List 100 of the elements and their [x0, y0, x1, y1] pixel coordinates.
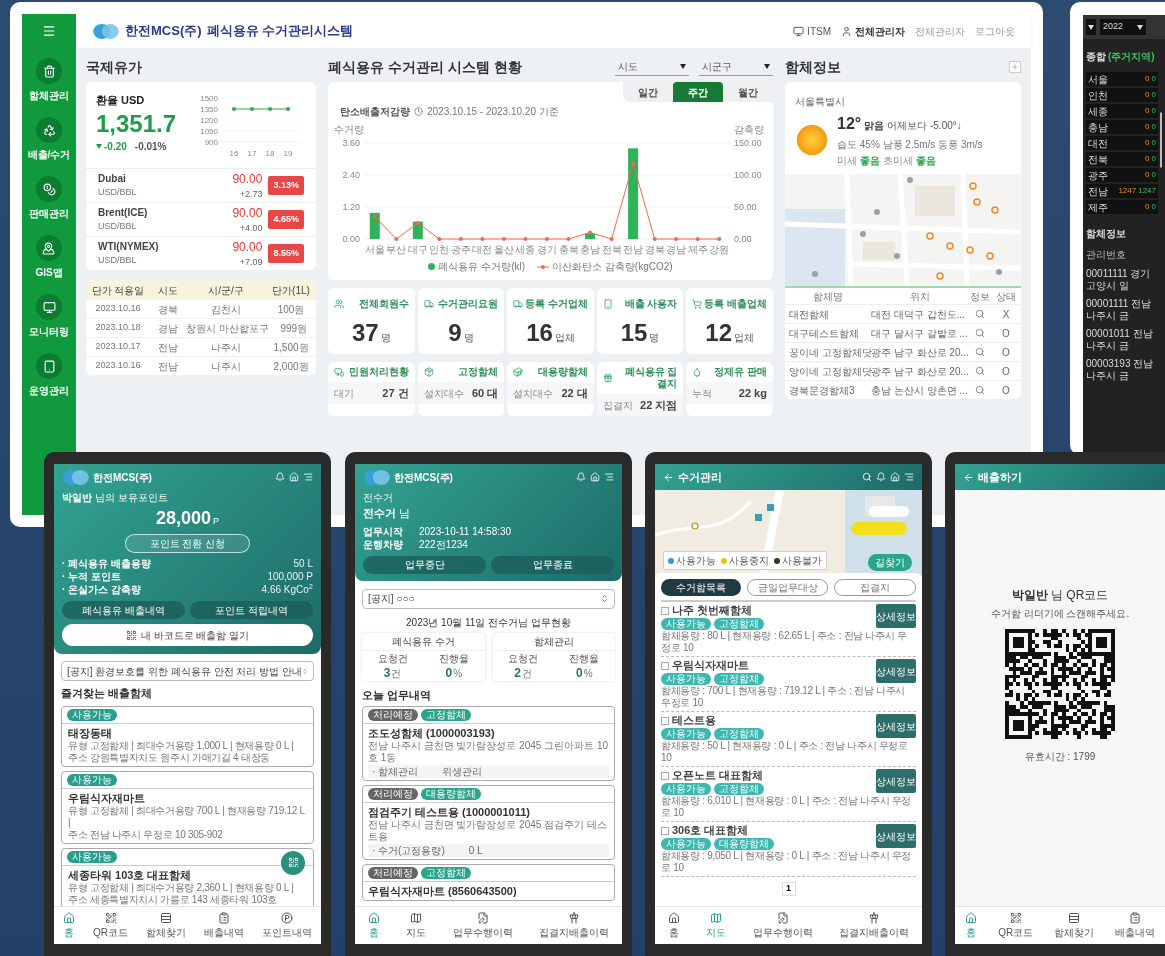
- period-tab[interactable]: 주간: [673, 82, 723, 102]
- favorite-box-card[interactable]: 사용가능 우림식자재마트 유형 고정함체 | 최대수거용량 700 L | 현재용량 719.12 L | 주소 전남 나주시 우정로 10 305-902: [61, 770, 314, 844]
- nav-tab[interactable]: 홈: [965, 911, 978, 940]
- points-icon: [281, 911, 293, 924]
- convert-button[interactable]: 포인트 전환 신청: [124, 534, 251, 553]
- sidebar-item-icon[interactable]: [36, 58, 62, 84]
- table-cell-text: 100원: [276, 302, 306, 317]
- nav-tab[interactable]: 집결지배출이력: [538, 911, 609, 940]
- menu-icon[interactable]: [604, 472, 614, 482]
- nav-tab[interactable]: 홈: [63, 911, 75, 940]
- sidebar-item[interactable]: 함체관리: [29, 88, 69, 103]
- table-cell-text: 충남 논산시 양촌면 ...: [871, 383, 969, 398]
- notice-select[interactable]: [공지] 환경보호를 위한 폐식용유 안전 처리 방법 안내: [61, 661, 314, 681]
- qr-scan-button[interactable]: [281, 850, 305, 875]
- column-header: 시도: [157, 283, 179, 298]
- sidebar-item-icon[interactable]: [36, 176, 62, 202]
- history-button[interactable]: 폐식용유 배출내역: [62, 601, 185, 619]
- nav-tab[interactable]: 홈: [668, 911, 681, 940]
- sidebar-item[interactable]: 모니터링: [29, 324, 69, 339]
- detail-button[interactable]: 상세정보: [876, 824, 916, 848]
- nav-tab[interactable]: 업무수행이력: [752, 911, 813, 940]
- checkbox[interactable]: [661, 826, 669, 835]
- nav-tab[interactable]: QR코드: [93, 911, 128, 940]
- bell-icon[interactable]: [576, 472, 586, 482]
- nav-tab[interactable]: 함체찾기: [146, 911, 186, 940]
- search-icon[interactable]: [975, 309, 985, 319]
- notice-select[interactable]: [공지] ○○○: [362, 588, 615, 609]
- task-card[interactable]: 처리예정 고정함체 조도성함체 (1000003193) 전남 나주시 금천면 빛가람장성로 2045 그린아파트 10호 1동 · 함체관리 위생관리: [362, 706, 615, 781]
- search-icon[interactable]: [975, 347, 985, 357]
- menu-icon[interactable]: [904, 472, 914, 482]
- nav-tab[interactable]: QR코드: [998, 911, 1034, 940]
- menu-icon[interactable]: [42, 24, 56, 38]
- stat-unit: 명: [649, 331, 660, 345]
- nav-tab[interactable]: 지도: [406, 911, 427, 940]
- checkbox[interactable]: [661, 716, 669, 725]
- axis-label: 경기: [537, 244, 557, 255]
- menu-icon[interactable]: [303, 472, 313, 482]
- nav-tab[interactable]: 지도: [706, 911, 727, 940]
- home-icon[interactable]: [890, 472, 900, 482]
- sidebar-item[interactable]: GIS맵: [35, 265, 63, 280]
- select-caret-icon[interactable]: [1086, 19, 1096, 35]
- back-icon[interactable]: [663, 471, 674, 483]
- work-button[interactable]: 업무종료: [491, 555, 614, 574]
- search-icon[interactable]: [975, 328, 985, 338]
- work-button[interactable]: 업무중단: [363, 555, 486, 574]
- sidebar-item-icon[interactable]: [36, 353, 62, 379]
- tag-badge: 고정함체: [421, 709, 471, 721]
- header-link[interactable]: 전체관리자: [855, 23, 905, 39]
- header-link[interactable]: ITSM: [807, 23, 831, 39]
- oil-change: +7.09: [239, 255, 263, 269]
- checkbox[interactable]: [661, 606, 669, 615]
- nav-tab[interactable]: 배출내역: [1114, 911, 1155, 940]
- sidebar-item[interactable]: 판매관리: [29, 206, 69, 221]
- table-cell-text: 대전함체: [788, 307, 830, 322]
- nav-tab[interactable]: 홈: [368, 911, 381, 940]
- nav-tab[interactable]: 포인트내역: [262, 911, 312, 940]
- summary-item-label: 요청건: [377, 651, 408, 666]
- task-card[interactable]: 처리예정 고정함체 우림식자재마트 (8560643500): [362, 864, 615, 901]
- back-icon[interactable]: [963, 471, 974, 483]
- search-icon[interactable]: [975, 385, 985, 395]
- detail-button[interactable]: 상세정보: [876, 659, 916, 683]
- favorite-box-card[interactable]: 사용가능 태장동태 유형 고정함체 | 최대수거용량 1,000 L | 현재용량 0 L | 주소 강원특별자치도 원주시 가매기길 4 태장동: [61, 705, 314, 767]
- page-number[interactable]: 1: [781, 882, 796, 896]
- home-icon[interactable]: [590, 472, 600, 482]
- checkbox[interactable]: [661, 661, 669, 670]
- detail-button[interactable]: 상세정보: [876, 604, 916, 628]
- period-tab[interactable]: 일간: [623, 82, 673, 102]
- nav-tab[interactable]: 배출내역: [204, 911, 244, 940]
- nav-tab[interactable]: 함체찾기: [1053, 911, 1094, 940]
- sidebar-item-icon[interactable]: [36, 117, 62, 143]
- detail-button[interactable]: 상세정보: [876, 769, 916, 793]
- filter-select[interactable]: 시군구: [699, 58, 773, 76]
- data-point: [268, 107, 272, 111]
- sidebar-item-icon[interactable]: [36, 294, 62, 320]
- bell-icon[interactable]: [876, 472, 886, 482]
- summary-value: 22 대: [561, 385, 588, 401]
- search-icon[interactable]: [975, 366, 985, 376]
- filter-select[interactable]: 시도: [615, 58, 689, 76]
- detail-button[interactable]: 상세정보: [876, 714, 916, 738]
- nav-tab[interactable]: 집결지배출이력: [838, 911, 909, 940]
- legend-line-icon: [537, 263, 550, 270]
- year-select[interactable]: 2022: [1100, 19, 1146, 35]
- points-unit: P: [213, 515, 220, 528]
- list-tab[interactable]: 수거함목록: [661, 579, 741, 596]
- period-tab[interactable]: 월간: [723, 82, 773, 102]
- sidebar-item[interactable]: 운영관리: [29, 383, 69, 398]
- bell-icon[interactable]: [275, 472, 285, 482]
- history-button[interactable]: 포인트 적립내역: [190, 601, 313, 619]
- sidebar-item[interactable]: 배출/수거: [27, 147, 71, 162]
- nav-tab[interactable]: 업무수행이력: [452, 911, 513, 940]
- summary-label: · 누적 포인트: [62, 570, 121, 583]
- home-icon[interactable]: [289, 472, 299, 482]
- sidebar-item-icon[interactable]: [36, 235, 62, 261]
- expand-button[interactable]: [1009, 61, 1021, 73]
- plus-icon: [1011, 63, 1019, 71]
- task-card[interactable]: 처리예정 대용량함체 점검주기 테스트용 (1000001011) 전남 나주시 금천면 빛가람장성로 2045 점검주기 테스트용 · 수거(고정용량) 0 L: [362, 785, 615, 860]
- checkbox[interactable]: [661, 771, 669, 780]
- axis-label: 전북: [601, 244, 622, 255]
- user-role: 전수거: [363, 491, 394, 505]
- barcode-button[interactable]: 내 바코드로 배출함 열기: [62, 624, 313, 646]
